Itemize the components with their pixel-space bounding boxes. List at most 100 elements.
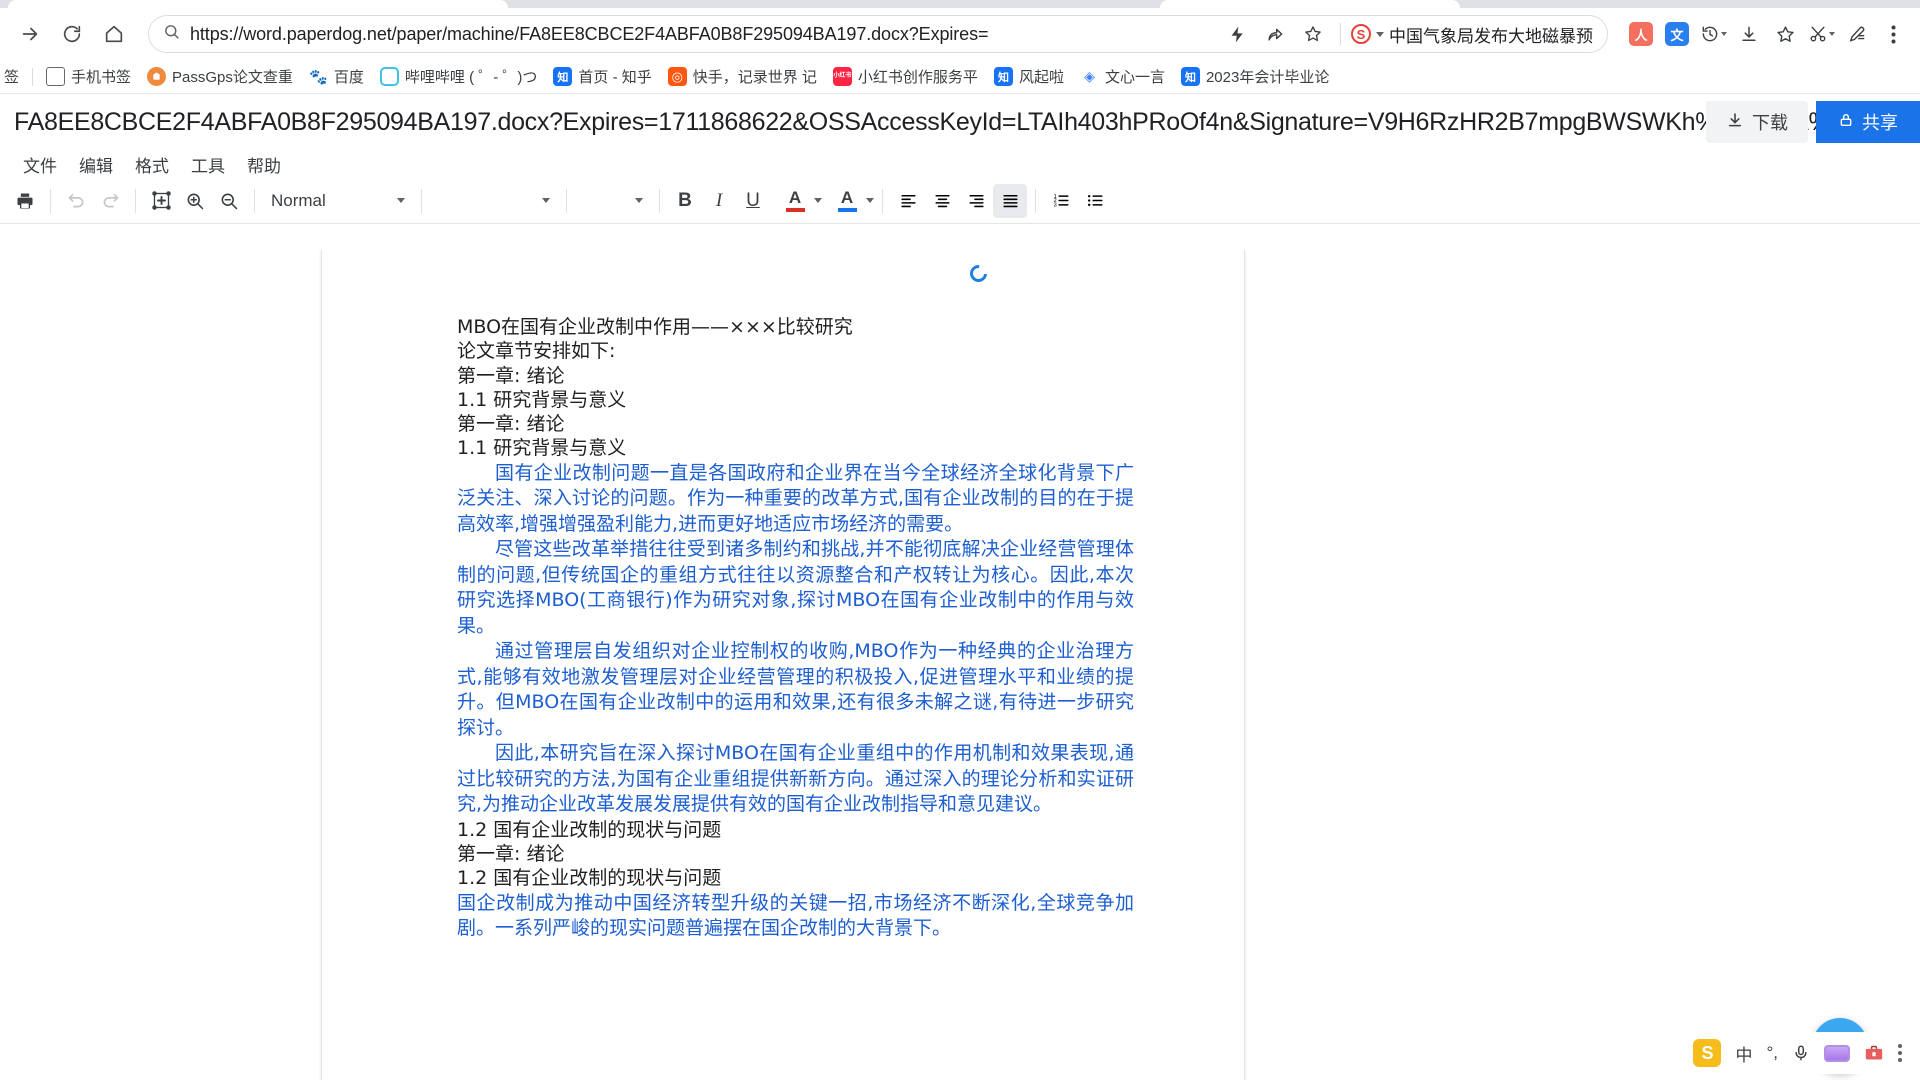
bookmark-item-kuaishou[interactable]: ◎ 快手，记录世界 记	[661, 62, 824, 91]
document-body[interactable]: MBO在国有企业改制中作用——×××比较研究 论文章节安排如下: 第一章: 绪论…	[457, 315, 1134, 942]
bookmark-star-icon[interactable]	[1296, 17, 1330, 51]
doc-line-section-1-1-repeat: 1.1 研究背景与意义	[457, 437, 627, 460]
bookmark-item-xiaohongshu[interactable]: 小红书 小红书创作服务平	[826, 62, 985, 91]
browser-nav-row: https://word.paperdog.net/paper/machine/…	[0, 8, 1920, 60]
undo-icon[interactable]	[59, 184, 93, 218]
microphone-icon[interactable]	[1792, 1044, 1810, 1062]
forward-icon[interactable]	[10, 14, 50, 54]
highlight-color-button[interactable]: A	[832, 184, 862, 218]
capture-scissors-icon[interactable]	[1804, 17, 1838, 51]
download-icon[interactable]	[1732, 17, 1766, 51]
menu-item-help[interactable]: 帮助	[238, 150, 290, 179]
divider	[1340, 23, 1341, 45]
share-arrow-icon[interactable]	[1258, 17, 1292, 51]
document-header: FA8EE8CBCE2F4ABFA0B8F295094BA197.docx?Ex…	[0, 94, 1920, 150]
zoom-out-icon[interactable]	[212, 184, 246, 218]
menu-item-edit[interactable]: 编辑	[70, 150, 122, 179]
ime-mode-toggle[interactable]: 中	[1735, 1041, 1752, 1066]
zhihu-icon: 知	[553, 67, 573, 86]
underline-button[interactable]: U	[736, 184, 770, 218]
history-icon[interactable]	[1696, 17, 1730, 51]
numbered-list-icon[interactable]: 123	[1044, 184, 1078, 218]
page-title[interactable]: FA8EE8CBCE2F4ABFA0B8F295094BA197.docx?Ex…	[14, 108, 1920, 137]
address-bar-url[interactable]: https://word.paperdog.net/paper/machine/…	[190, 24, 1220, 45]
paragraph-style-dropdown[interactable]: Normal	[263, 185, 413, 217]
document-canvas[interactable]: MBO在国有企业改制中作用——×××比较研究 论文章节安排如下: 第一章: 绪论…	[0, 250, 1920, 1080]
align-center-icon[interactable]	[925, 184, 959, 218]
text-color-button[interactable]: A	[780, 184, 810, 218]
bookmark-item-passgps[interactable]: PassGps论文查重	[140, 62, 300, 91]
chevron-down-icon[interactable]	[1828, 32, 1835, 36]
ime-punctuation-toggle[interactable]: °,	[1766, 1043, 1778, 1063]
translate-badge: 文	[1665, 22, 1689, 46]
reload-icon[interactable]	[52, 14, 92, 54]
bold-button[interactable]: B	[668, 184, 702, 218]
browser-tab[interactable]	[8, 0, 508, 8]
pdf-extension-icon[interactable]: 人	[1624, 17, 1658, 51]
address-bar[interactable]: https://word.paperdog.net/paper/machine/…	[148, 15, 1608, 53]
doc-line-chapter1-repeat: 第一章: 绪论	[457, 413, 565, 436]
baidu-icon: 🐾	[308, 67, 328, 86]
more-dots-icon[interactable]	[1898, 1044, 1902, 1062]
share-button[interactable]: 共享	[1816, 101, 1920, 143]
tab-strip[interactable]	[0, 0, 1920, 8]
bookmark-item-accounting-thesis[interactable]: 知 2023年会计毕业论	[1174, 62, 1336, 91]
translate-extension-icon[interactable]: 文	[1660, 17, 1694, 51]
italic-button[interactable]: I	[702, 184, 736, 218]
font-family-dropdown[interactable]	[430, 185, 558, 217]
sogou-ime-logo-icon[interactable]: S	[1693, 1039, 1722, 1067]
align-left-icon[interactable]	[891, 184, 925, 218]
doc-line-outline-intro: 论文章节安排如下:	[457, 340, 616, 363]
doc-paragraph: 国企改制成为推动中国经济转型升级的关键一招,市场经济不断深化,全球竞争加剧。一系…	[457, 891, 1134, 940]
keyboard-icon[interactable]	[1824, 1044, 1850, 1062]
chevron-down-icon[interactable]	[1720, 32, 1727, 36]
redo-icon[interactable]	[93, 184, 127, 218]
home-icon[interactable]	[94, 14, 134, 54]
doc-line-section-1-1: 1.1 研究背景与意义	[457, 388, 627, 411]
bulleted-list-icon[interactable]	[1078, 184, 1112, 218]
fit-page-icon[interactable]	[144, 184, 178, 218]
text-color-swatch	[785, 207, 805, 212]
chevron-down-icon[interactable]	[814, 198, 822, 203]
document-page[interactable]: MBO在国有企业改制中作用——×××比较研究 论文章节安排如下: 第一章: 绪论…	[322, 250, 1244, 1080]
sogou-headline[interactable]: 中国气象局发布大地磁暴预	[1389, 22, 1593, 47]
bookmark-label: 哔哩哔哩 ( ゜- ゜)つ	[404, 69, 538, 86]
chevron-down-icon	[542, 198, 550, 203]
bookmark-item-zhihu-home[interactable]: 知 首页 - 知乎	[546, 62, 658, 91]
lightning-icon[interactable]	[1220, 17, 1254, 51]
search-icon	[163, 23, 180, 45]
bookmark-label: 2023年会计毕业论	[1205, 69, 1330, 86]
divider	[135, 188, 136, 213]
bookmark-label: 风起啦	[1018, 69, 1064, 86]
toolbox-icon[interactable]	[1864, 1044, 1884, 1062]
menu-item-tools[interactable]: 工具	[182, 150, 234, 179]
bookmark-item-bilibili[interactable]: 哔哩哔哩 ( ゜- ゜)つ	[373, 62, 545, 91]
svg-text:3: 3	[1053, 203, 1056, 209]
zoom-in-icon[interactable]	[178, 184, 212, 218]
browser-tab[interactable]	[1160, 0, 1460, 8]
bookmark-item-fengqila[interactable]: 知 风起啦	[987, 62, 1071, 91]
bookmark-item-mobile[interactable]: 手机书签	[39, 62, 138, 91]
sogou-search-chip[interactable]: S 中国气象局发布大地磁暴预	[1351, 22, 1593, 47]
align-justify-icon[interactable]	[993, 183, 1027, 218]
menu-item-file[interactable]: 文件	[14, 150, 66, 179]
favorite-star-icon[interactable]	[1768, 17, 1802, 51]
bookmark-item-baidu[interactable]: 🐾 百度	[302, 62, 371, 91]
chevron-down-icon[interactable]	[1376, 31, 1384, 37]
chevron-down-icon	[397, 198, 405, 203]
download-button[interactable]: 下载	[1706, 101, 1808, 143]
doc-line-section-1-2-repeat: 1.2 国有企业改制的现状与问题	[457, 867, 722, 890]
menu-item-format[interactable]: 格式	[126, 150, 178, 179]
font-size-dropdown[interactable]	[575, 185, 651, 217]
zhihu-icon: 知	[1180, 67, 1200, 86]
print-icon[interactable]	[8, 184, 42, 218]
share-button-label: 共享	[1862, 113, 1898, 133]
bookmark-item-wenxin[interactable]: ◈ 文心一言	[1073, 62, 1172, 91]
bookmark-label: 签	[4, 69, 20, 86]
annotate-pen-icon[interactable]	[1840, 17, 1874, 51]
bookmark-item[interactable]: 签	[4, 62, 26, 91]
browser-menu-icon[interactable]	[1876, 17, 1910, 51]
chevron-down-icon[interactable]	[866, 198, 874, 203]
align-right-icon[interactable]	[959, 184, 993, 218]
bilibili-icon	[379, 67, 399, 86]
